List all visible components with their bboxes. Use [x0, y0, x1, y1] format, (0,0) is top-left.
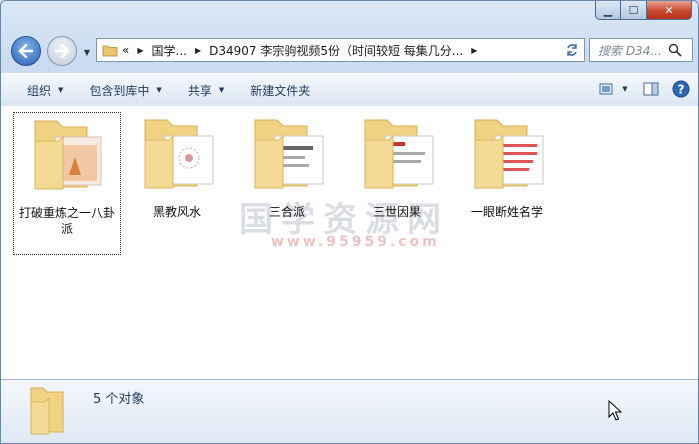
- folder-icon: [254, 119, 324, 189]
- chevron-down-icon: ▼: [156, 86, 162, 94]
- folder-name: 三世因果: [372, 205, 421, 219]
- folder-icon: [364, 119, 434, 189]
- view-icon: [599, 83, 613, 95]
- refresh-button[interactable]: [559, 38, 585, 62]
- include-in-library-menu[interactable]: 包含到库中 ▼: [77, 78, 173, 102]
- chevron-down-icon: ▼: [218, 86, 225, 94]
- minimize-icon: ▁: [603, 3, 613, 17]
- folder-icon: [144, 119, 214, 189]
- file-list-view[interactable]: 国学资源网 www.95959.com 打破重炼之一八卦派 黑教风水 三合派 三…: [1, 106, 698, 379]
- folder-name: 一眼断姓名学: [470, 205, 543, 219]
- folder-item-bagua[interactable]: 打破重炼之一八卦派: [13, 112, 121, 255]
- folder-thumbnail: [135, 112, 219, 196]
- breadcrumb-root[interactable]: «: [122, 43, 129, 57]
- folder-name: 打破重炼之一八卦派: [18, 206, 115, 236]
- include-label: 包含到库中: [89, 83, 150, 98]
- search-input[interactable]: 搜索 D34...: [598, 42, 668, 59]
- help-button[interactable]: ?: [670, 78, 692, 100]
- breadcrumb-separator-icon[interactable]: ▶: [137, 46, 143, 55]
- search-icon: [668, 43, 682, 57]
- organize-menu[interactable]: 组织 ▼: [15, 78, 75, 102]
- address-bar[interactable]: « ▶ 国学... ▶ D34907 李宗驹视频5份（时间较短 每集几分... …: [96, 38, 585, 62]
- share-menu[interactable]: 共享 ▼: [176, 78, 236, 102]
- search-box[interactable]: 搜索 D34...: [589, 38, 693, 62]
- folder-icon: [30, 387, 64, 435]
- new-folder-label: 新建文件夹: [250, 83, 311, 98]
- breadcrumb-separator-icon[interactable]: ▶: [195, 46, 201, 55]
- close-icon: ✕: [664, 3, 674, 17]
- breadcrumb-guoxue[interactable]: 国学...: [152, 42, 187, 59]
- preview-pane-icon: [643, 82, 659, 96]
- folder-icon: [474, 119, 544, 189]
- watermark-url: www.95959.com: [271, 234, 440, 250]
- folder-thumbnail: [355, 112, 439, 196]
- command-bar: 组织 ▼ 包含到库中 ▼ 共享 ▼ 新建文件夹 ▼ ?: [1, 73, 698, 107]
- preview-pane-button[interactable]: [640, 78, 662, 100]
- breadcrumb-separator-icon[interactable]: ▶: [471, 46, 477, 55]
- toolbar-right-tools: ▼ ?: [588, 78, 692, 100]
- organize-label: 组织: [27, 83, 52, 98]
- details-pane: 5 个对象: [1, 379, 698, 443]
- folder-thumbnail: [465, 112, 549, 196]
- explorer-window: ▁ ☐ ✕ ▼ « ▶ 国学... ▶ D34907 李宗驹视频5份（时间较短 …: [0, 0, 699, 444]
- maximize-icon: ☐: [628, 3, 639, 17]
- maximize-button[interactable]: ☐: [621, 1, 647, 20]
- new-folder-button[interactable]: 新建文件夹: [238, 78, 322, 102]
- recent-pages-dropdown[interactable]: ▼: [82, 47, 92, 57]
- folder-item-sanshi[interactable]: 三世因果: [343, 112, 451, 220]
- breadcrumb-current-folder[interactable]: D34907 李宗驹视频5份（时间较短 每集几分...: [209, 42, 463, 59]
- folder-name: 三合派: [268, 205, 305, 219]
- back-button[interactable]: [11, 36, 41, 66]
- folder-thumbnail: [25, 113, 109, 197]
- change-view-button[interactable]: [596, 78, 618, 100]
- folder-name: 黑教风水: [152, 205, 201, 219]
- share-label: 共享: [187, 83, 212, 98]
- view-options-dropdown[interactable]: ▼: [618, 78, 632, 100]
- folder-icon: [102, 45, 118, 56]
- folder-item-heijiao[interactable]: 黑教风水: [123, 112, 231, 220]
- forward-button[interactable]: [47, 36, 77, 66]
- item-count-text: 5 个对象: [93, 392, 145, 407]
- minimize-button[interactable]: ▁: [595, 1, 621, 20]
- folder-item-sanhe[interactable]: 三合派: [233, 112, 341, 220]
- navigation-bar: ▼ « ▶ 国学... ▶ D34907 李宗驹视频5份（时间较短 每集几分..…: [1, 31, 698, 69]
- chevron-down-icon: ▼: [622, 85, 628, 93]
- chevron-down-icon: ▼: [58, 86, 64, 94]
- help-icon: ?: [672, 80, 690, 98]
- mouse-cursor-icon: [608, 400, 622, 421]
- back-arrow-icon: [18, 44, 34, 58]
- folder-item-yiyan[interactable]: 一眼断姓名学: [453, 112, 561, 220]
- refresh-icon: [566, 44, 577, 56]
- close-button[interactable]: ✕: [647, 1, 692, 20]
- folder-icon: [34, 120, 102, 190]
- caption-buttons: ▁ ☐ ✕: [595, 1, 692, 20]
- forward-arrow-icon: [54, 44, 70, 58]
- svg-text:?: ?: [678, 83, 685, 97]
- folder-thumbnail: [245, 112, 329, 196]
